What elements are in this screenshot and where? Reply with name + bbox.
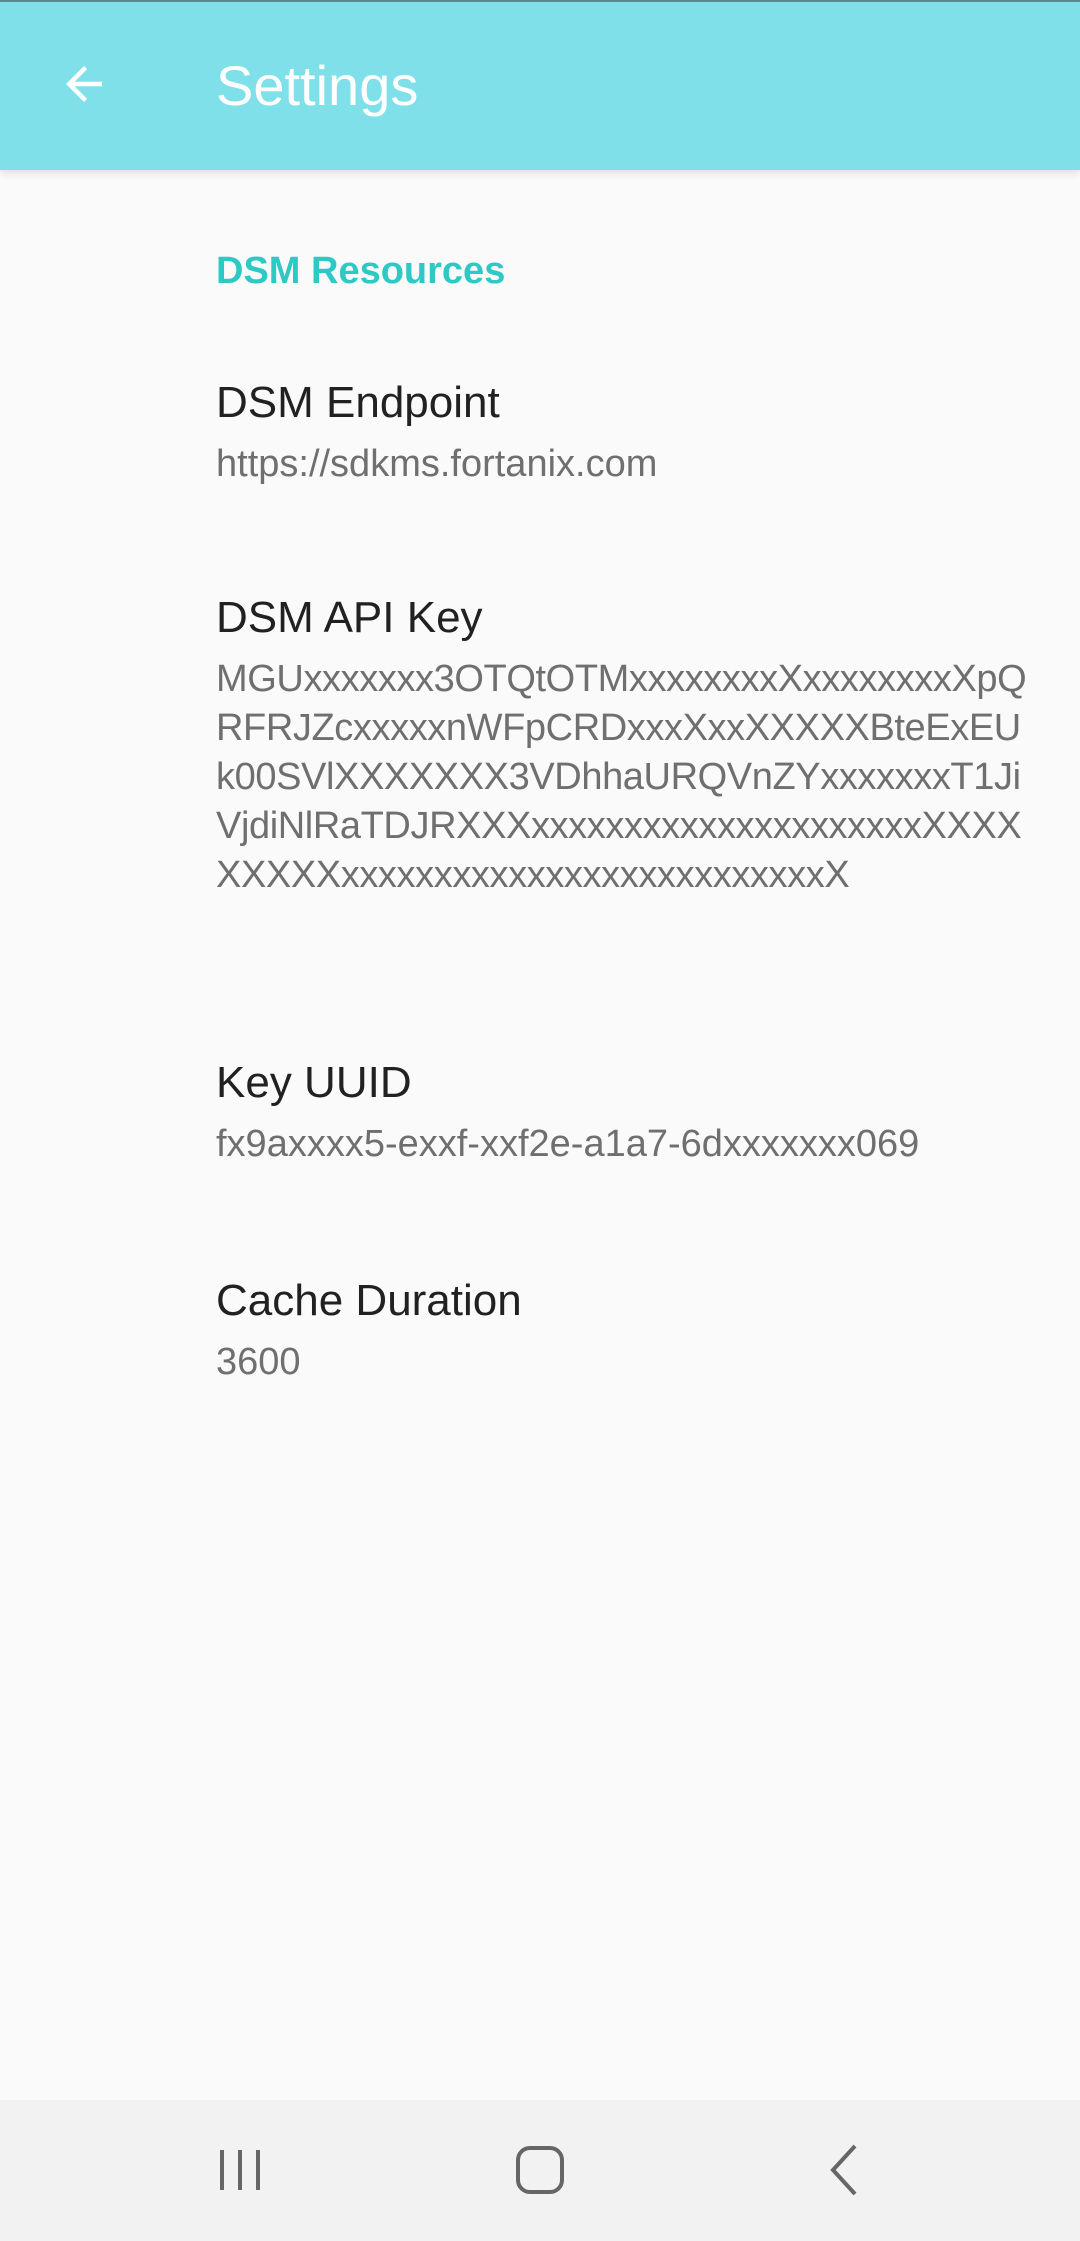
page-title: Settings bbox=[216, 54, 419, 117]
home-icon bbox=[516, 2146, 564, 2194]
system-navigation-bar bbox=[0, 2100, 1080, 2241]
pref-key-uuid[interactable]: Key UUID fx9axxxx5-exxf-xxf2e-a1a7-6dxxx… bbox=[0, 1035, 1080, 1215]
status-divider bbox=[0, 0, 1080, 2]
arrow-left-icon bbox=[66, 66, 102, 102]
pref-summary: MGUxxxxxxx3OTQtOTMxxxxxxxxXxxxxxxxxXpQRF… bbox=[216, 658, 1027, 896]
pref-summary: https://sdkms.fortanix.com bbox=[216, 443, 658, 485]
back-button[interactable] bbox=[40, 40, 128, 128]
pref-dsm-endpoint[interactable]: DSM Endpoint https://sdkms.fortanix.com bbox=[0, 355, 1080, 535]
recent-apps-icon bbox=[220, 2150, 260, 2190]
pref-title: DSM Endpoint bbox=[216, 378, 500, 427]
home-button[interactable] bbox=[490, 2120, 590, 2220]
pref-summary: 3600 bbox=[216, 1341, 301, 1383]
settings-screen: Settings DSM Resources DSM Endpoint http… bbox=[0, 0, 1080, 2241]
system-back-button[interactable] bbox=[795, 2120, 895, 2220]
pref-title: Cache Duration bbox=[216, 1276, 522, 1325]
pref-title: DSM API Key bbox=[216, 593, 483, 642]
pref-summary: fx9axxxx5-exxf-xxf2e-a1a7-6dxxxxxxx069 bbox=[216, 1123, 920, 1165]
pref-cache-duration[interactable]: Cache Duration 3600 bbox=[0, 1253, 1080, 1433]
app-bar: Settings bbox=[0, 0, 1080, 170]
section-header-dsm-resources: DSM Resources bbox=[216, 250, 506, 292]
pref-title: Key UUID bbox=[216, 1058, 412, 1107]
pref-dsm-api-key[interactable]: DSM API Key MGUxxxxxxx3OTQtOTMxxxxxxxxXx… bbox=[0, 570, 1080, 970]
back-chevron-icon bbox=[830, 2144, 857, 2196]
recent-apps-button[interactable] bbox=[190, 2120, 290, 2220]
